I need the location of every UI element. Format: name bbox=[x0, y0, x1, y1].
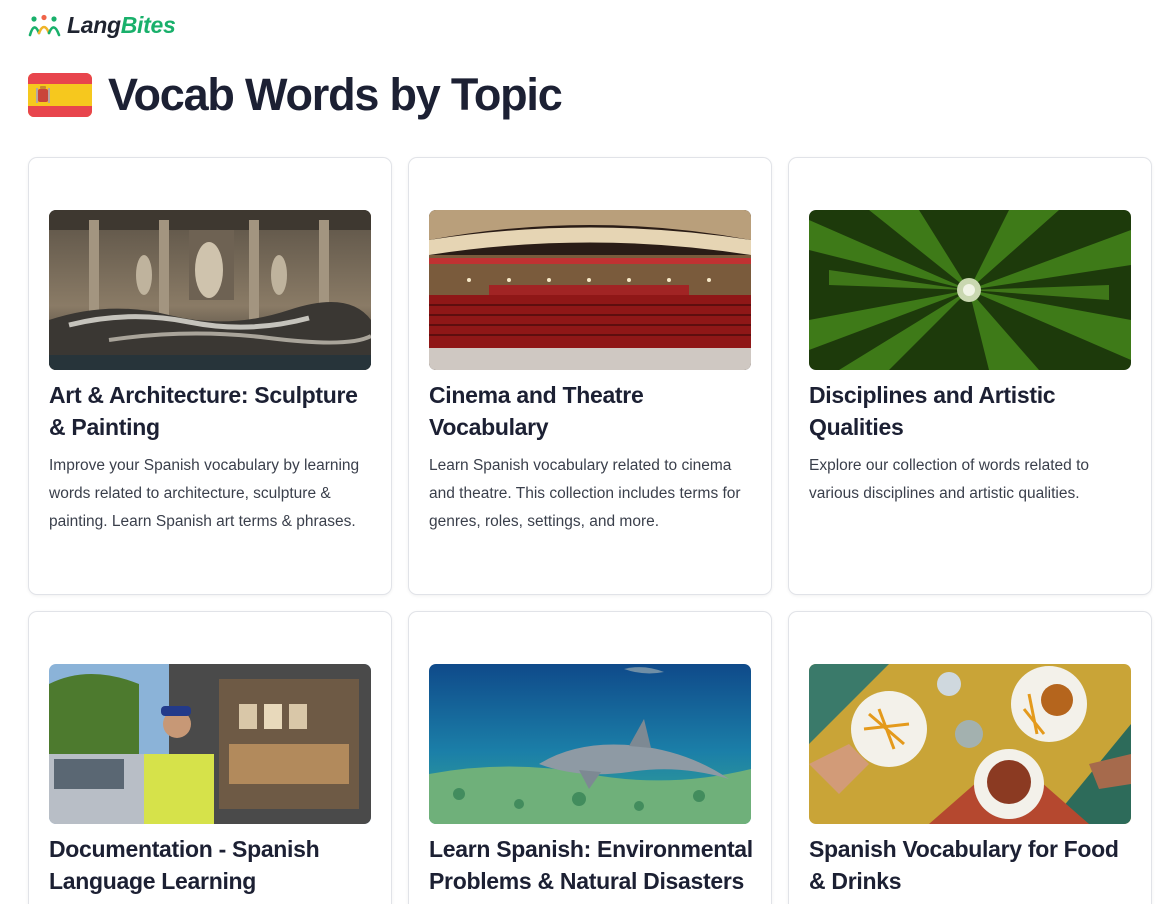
topic-card-disciplines[interactable]: Disciplines and Artistic Qualities Explo… bbox=[788, 157, 1152, 595]
market-van-image bbox=[49, 664, 371, 824]
topic-card-cinema-theatre[interactable]: Cinema and Theatre Vocabulary Learn Span… bbox=[408, 157, 772, 595]
topic-title: Disciplines and Artistic Qualities bbox=[809, 382, 1056, 440]
topic-title: Art & Architecture: Sculpture & Painting bbox=[49, 382, 358, 440]
brand-name: LangBites bbox=[67, 12, 176, 39]
topic-description: Learn Spanish vocabulary related to cine… bbox=[429, 457, 741, 530]
green-leaves-image bbox=[809, 210, 1131, 370]
topic-description: Improve your Spanish vocabulary by learn… bbox=[49, 457, 360, 530]
topic-card-art-architecture[interactable]: Art & Architecture: Sculpture & Painting… bbox=[28, 157, 392, 595]
dolphin-underwater-image bbox=[429, 664, 751, 824]
topic-card-environment[interactable]: Learn Spanish: Environmental Problems & … bbox=[408, 611, 772, 904]
page-header: Vocab Words by Topic bbox=[28, 69, 563, 120]
brand-name-lang: Lang bbox=[67, 12, 121, 38]
topic-card-food-drinks[interactable]: Spanish Vocabulary for Food & Drinks bbox=[788, 611, 1152, 904]
topic-title: Learn Spanish: Environmental Problems & … bbox=[429, 836, 753, 894]
brand-name-bites: Bites bbox=[120, 12, 176, 38]
langbites-logo[interactable]: LangBites bbox=[28, 12, 176, 39]
food-table-image bbox=[809, 664, 1131, 824]
langbites-logo-icon bbox=[28, 14, 61, 36]
topic-title: Spanish Vocabulary for Food & Drinks bbox=[809, 836, 1119, 894]
trevi-fountain-image bbox=[49, 210, 371, 370]
page-title: Vocab Words by Topic bbox=[108, 69, 563, 120]
theatre-auditorium-image bbox=[429, 210, 751, 370]
topic-title: Documentation - Spanish Language Learnin… bbox=[49, 836, 320, 894]
topic-title: Cinema and Theatre Vocabulary bbox=[429, 382, 644, 440]
topic-card-documentation[interactable]: Documentation - Spanish Language Learnin… bbox=[28, 611, 392, 904]
spain-flag-icon bbox=[28, 72, 92, 117]
topic-description: Explore our collection of words related … bbox=[809, 457, 1090, 502]
